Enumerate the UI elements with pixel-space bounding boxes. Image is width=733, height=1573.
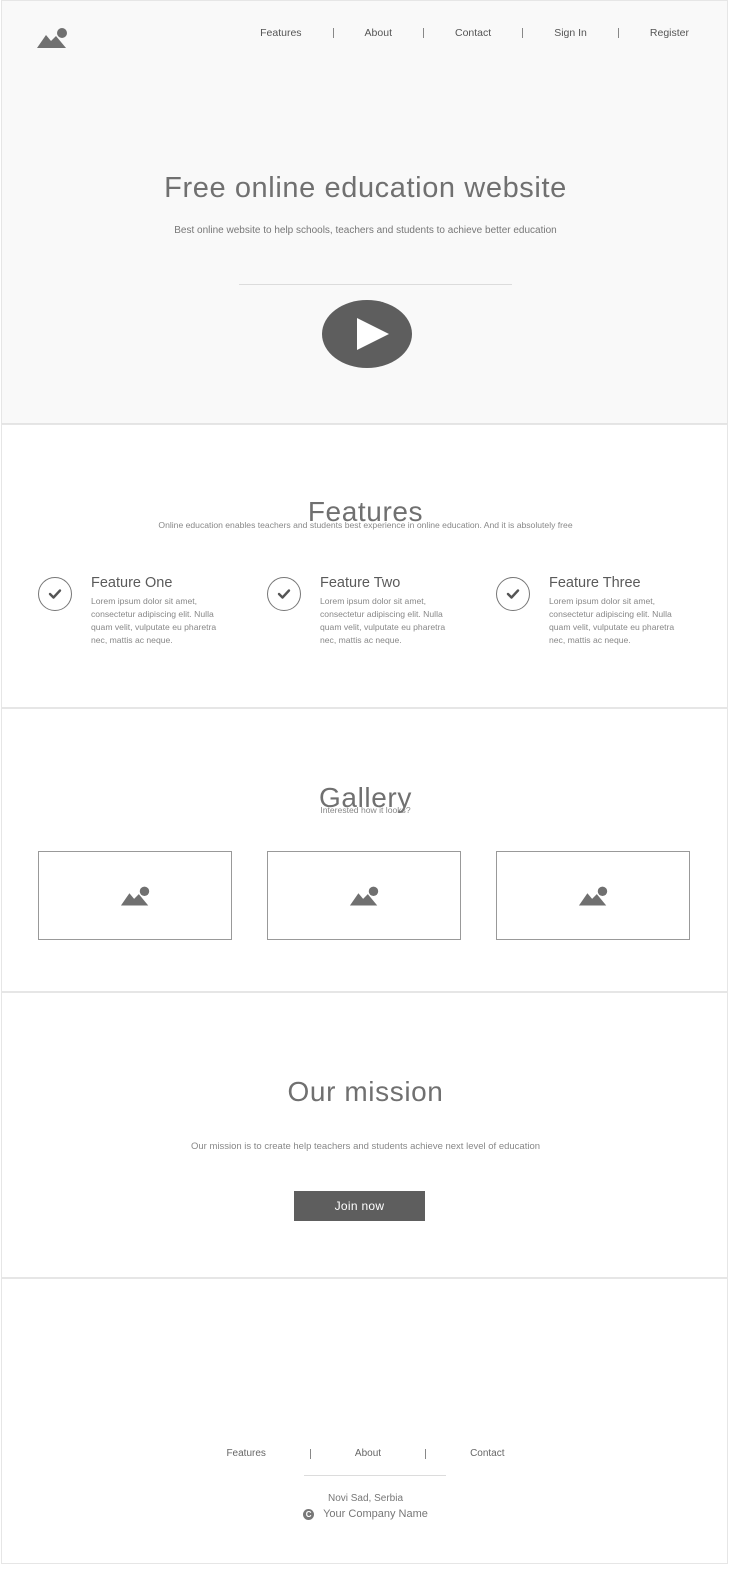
play-icon — [357, 318, 389, 350]
footer-location: Novi Sad, Serbia — [327, 1493, 404, 1504]
nav-features[interactable]: Features — [260, 27, 301, 39]
logo-icon[interactable] — [36, 27, 70, 51]
feature-title: Feature Two — [320, 575, 401, 591]
top-nav: Features About Contact Sign In Register — [260, 27, 689, 39]
feature-text: Lorem ipsum dolor sit amet, consectetur … — [320, 596, 446, 645]
feature-title: Feature One — [91, 575, 173, 591]
footer: Features About Contact Novi Sad, Serbia … — [1, 1278, 728, 1564]
gallery-image[interactable] — [38, 851, 232, 940]
nav-register[interactable]: Register — [650, 27, 689, 39]
nav-divider — [617, 28, 619, 38]
feature-card: Feature Three Lorem ipsum dolor sit amet… — [496, 575, 696, 657]
nav-about[interactable]: About — [365, 27, 392, 39]
hero-subtitle: Best online website to help schools, tea… — [174, 225, 557, 236]
gallery-image[interactable] — [267, 851, 461, 940]
nav-divider — [423, 28, 424, 38]
mission-section: Our mission Our mission is to create hel… — [1, 992, 728, 1278]
company-name: Your Company Name — [323, 1508, 428, 1520]
hero-section: Features About Contact Sign In Register … — [1, 0, 728, 424]
footer-nav-contact[interactable]: Contact — [470, 1448, 504, 1459]
footer-divider — [309, 1448, 311, 1459]
hero-title: Free online education website — [164, 172, 567, 205]
features-section: Features Online education enables teache… — [1, 424, 728, 708]
image-placeholder-icon — [349, 886, 379, 906]
mission-title: Our mission — [287, 1076, 444, 1108]
check-icon — [48, 589, 62, 599]
check-circle — [38, 577, 72, 611]
features-subtitle: Online education enables teachers and st… — [158, 520, 573, 530]
feature-text: Lorem ipsum dolor sit amet, consectetur … — [91, 596, 217, 645]
feature-card: Feature Two Lorem ipsum dolor sit amet, … — [267, 575, 467, 657]
image-placeholder-icon — [578, 886, 608, 906]
gallery-subtitle: Interested how it looks? — [320, 805, 411, 815]
feature-text: Lorem ipsum dolor sit amet, consectetur … — [549, 596, 675, 645]
footer-nav-features[interactable]: Features — [226, 1448, 265, 1459]
footer-nav-about[interactable]: About — [355, 1448, 381, 1459]
check-icon — [277, 589, 291, 599]
check-circle — [267, 577, 301, 611]
nav-sign-in[interactable]: Sign In — [554, 27, 587, 39]
check-icon — [506, 589, 520, 599]
footer-divider — [425, 1448, 427, 1459]
nav-divider — [332, 28, 334, 38]
join-now-button[interactable]: Join now — [294, 1191, 425, 1221]
hero-divider — [239, 284, 512, 285]
gallery-image[interactable] — [496, 851, 690, 940]
video-play-button[interactable] — [322, 300, 412, 368]
check-circle — [496, 577, 530, 611]
nav-contact[interactable]: Contact — [455, 27, 491, 39]
footer-rule — [304, 1475, 446, 1476]
footer-company: C Your Company Name — [2, 1508, 729, 1520]
mission-text: Our mission is to create help teachers a… — [190, 1141, 541, 1152]
nav-divider — [522, 28, 524, 38]
gallery-section: Gallery Interested how it looks? — [1, 708, 728, 992]
page: Features About Contact Sign In Register … — [0, 0, 733, 1573]
copyright-icon: C — [303, 1508, 315, 1520]
footer-nav: Features About Contact — [2, 1448, 729, 1459]
feature-card: Feature One Lorem ipsum dolor sit amet, … — [38, 575, 238, 657]
feature-title: Feature Three — [549, 575, 641, 591]
image-placeholder-icon — [120, 886, 150, 906]
